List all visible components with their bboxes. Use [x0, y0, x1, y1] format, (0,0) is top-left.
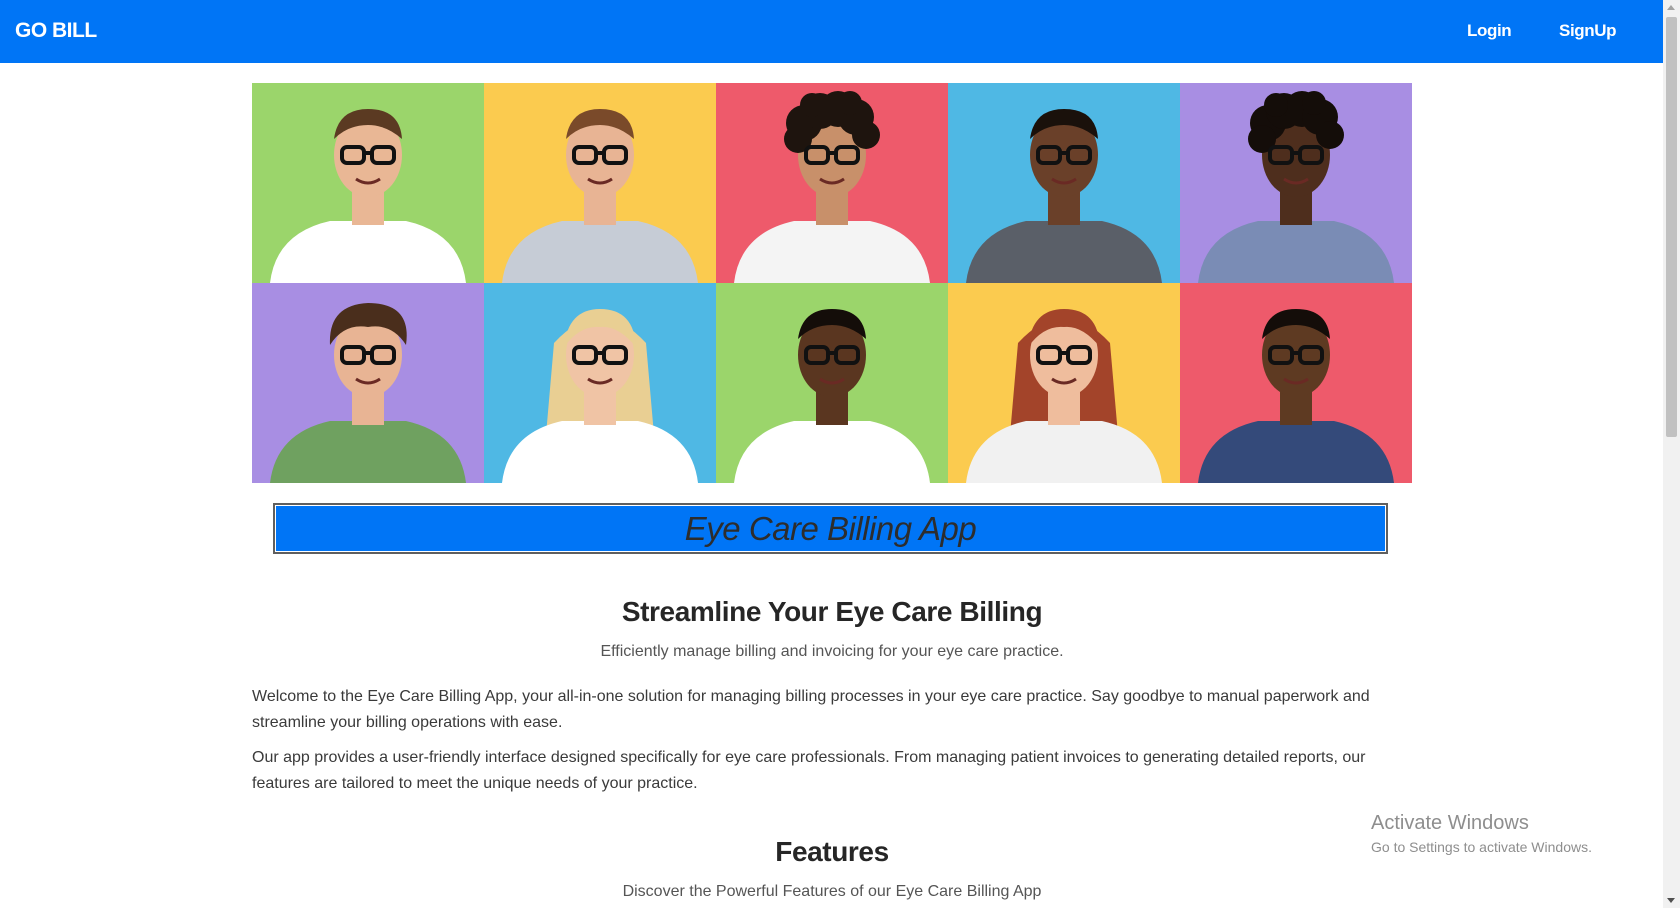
portrait-tile [252, 283, 484, 483]
scroll-down-arrow-icon[interactable] [1667, 898, 1675, 903]
scroll-thumb[interactable] [1666, 17, 1677, 437]
portrait-tile [716, 283, 948, 483]
brand-logo[interactable]: GO BILL [15, 19, 97, 43]
signup-link[interactable]: SignUp [1559, 21, 1616, 41]
features-subheading: Discover the Powerful Features of our Ey… [622, 883, 1042, 900]
intro-paragraph-2: Our app provides a user-friendly interfa… [252, 749, 1366, 792]
portrait-image [948, 83, 1180, 283]
portrait-tile [1180, 283, 1412, 483]
app-title-text: Eye Care Billing App [684, 510, 977, 547]
portrait-tile [948, 83, 1180, 283]
hero-image-collage [252, 83, 1412, 483]
portrait-tile [484, 283, 716, 483]
scroll-up-arrow-icon[interactable] [1667, 5, 1675, 10]
portrait-image [716, 83, 948, 283]
features-heading: Features [775, 836, 889, 867]
portrait-image [1180, 283, 1412, 483]
windows-activation-watermark: Activate Windows Go to Settings to activ… [1371, 811, 1592, 857]
page: GO BILL Login SignUp Eye Care Billing Ap… [0, 0, 1663, 908]
portrait-tile [484, 83, 716, 283]
watermark-subtitle: Go to Settings to activate Windows. [1371, 839, 1592, 855]
portrait-image [484, 83, 716, 283]
portrait-tile [948, 283, 1180, 483]
portrait-image [484, 283, 716, 483]
app-title-banner: Eye Care Billing App [273, 503, 1388, 554]
portrait-tile [716, 83, 948, 283]
portrait-image [252, 83, 484, 283]
portrait-tile [1180, 83, 1412, 283]
portrait-tile [252, 83, 484, 283]
portrait-image [252, 283, 484, 483]
intro-paragraph-1: Welcome to the Eye Care Billing App, you… [252, 688, 1370, 731]
portrait-image [716, 283, 948, 483]
portrait-image [1180, 83, 1412, 283]
portrait-image [948, 283, 1180, 483]
intro-subheading: Efficiently manage billing and invoicing… [600, 643, 1064, 660]
intro-heading: Streamline Your Eye Care Billing [621, 596, 1043, 627]
login-link[interactable]: Login [1467, 21, 1512, 41]
vertical-scrollbar[interactable] [1663, 0, 1680, 908]
navbar: GO BILL Login SignUp [0, 0, 1663, 63]
watermark-title: Activate Windows [1371, 812, 1529, 834]
